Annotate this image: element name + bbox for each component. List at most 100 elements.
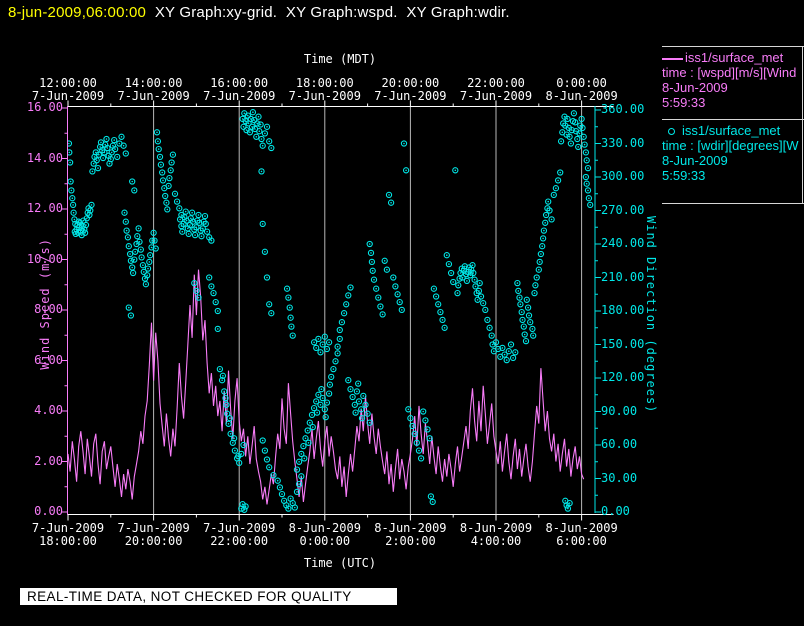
wdir-point-dot xyxy=(429,438,431,440)
bottom-axis-tick-label: 8-Jun-20090:00:00 xyxy=(289,522,361,548)
wdir-point-dot xyxy=(539,261,541,263)
wdir-point-dot xyxy=(403,143,405,145)
legend-series-name: iss1/surface_met xyxy=(682,123,780,138)
wdir-point-dot xyxy=(313,407,315,409)
wdir-point-dot xyxy=(226,413,228,415)
wdir-point-dot xyxy=(182,231,184,233)
wdir-point-dot xyxy=(326,348,328,350)
wdir-point-dot xyxy=(442,319,444,321)
legend-detail: time : [wdir][degrees][W xyxy=(662,138,804,153)
wdir-point-dot xyxy=(358,401,360,403)
wdir-point-dot xyxy=(171,162,173,164)
wdir-point-dot xyxy=(114,148,116,150)
wdir-point-dot xyxy=(328,393,330,395)
wdir-point-dot xyxy=(474,279,476,281)
wdir-point-dot xyxy=(393,277,395,279)
wdir-point-dot xyxy=(283,500,285,502)
wdir-point-dot xyxy=(127,237,129,239)
wdir-point-dot xyxy=(305,438,307,440)
wdir-point-dot xyxy=(234,450,236,452)
wdir-point-dot xyxy=(217,328,219,330)
wdir-point-dot xyxy=(128,307,130,309)
wdir-point-dot xyxy=(149,254,151,256)
wdir-point-dot xyxy=(259,130,261,132)
wdir-point-dot xyxy=(301,453,303,455)
wdir-point-dot xyxy=(482,302,484,304)
wdir-point-dot xyxy=(201,235,203,237)
wdir-point-dot xyxy=(134,190,136,192)
wdir-point-dot xyxy=(348,379,350,381)
wdir-point-dot xyxy=(373,279,375,281)
wdir-point-dot xyxy=(477,299,479,301)
wdir-point-dot xyxy=(521,311,523,313)
right-axis-tick-label: 210.00 xyxy=(601,271,644,284)
wdir-point-dot xyxy=(430,496,432,498)
wdir-point-dot xyxy=(540,253,542,255)
wdir-point-dot xyxy=(528,315,530,317)
wdir-point-dot xyxy=(324,336,326,338)
wdir-point-dot xyxy=(318,394,320,396)
wdir-point-dot xyxy=(174,193,176,195)
wdir-point-dot xyxy=(162,180,164,182)
wdir-point-dot xyxy=(329,384,331,386)
wdir-point-dot xyxy=(549,210,551,212)
wdir-point-dot xyxy=(388,194,390,196)
wdir-point-dot xyxy=(524,334,526,336)
wdir-point-dot xyxy=(109,163,111,165)
wdir-point-dot xyxy=(110,158,112,160)
wdir-point-dot xyxy=(328,342,330,344)
wdir-point-dot xyxy=(134,259,136,261)
wdir-point-dot xyxy=(143,271,145,273)
right-axis-tick-label: 240.00 xyxy=(601,237,644,250)
wdir-point-dot xyxy=(536,277,538,279)
wdir-point-dot xyxy=(286,288,288,290)
wdir-point-dot xyxy=(188,233,190,235)
wdir-point-dot xyxy=(408,409,410,411)
wdir-point-dot xyxy=(520,304,522,306)
wdir-point-dot xyxy=(164,187,166,189)
wdir-point-dot xyxy=(473,272,475,274)
wdir-point-dot xyxy=(504,354,506,356)
wdir-point-dot xyxy=(574,122,576,124)
wdir-point-dot xyxy=(266,277,268,279)
wdir-point-dot xyxy=(262,145,264,147)
wdir-point-dot xyxy=(264,251,266,253)
wdir-point-dot xyxy=(414,433,416,435)
wdir-point-dot xyxy=(153,232,155,234)
right-axis-tick-label: 360.00 xyxy=(601,103,644,116)
wdir-point-dot xyxy=(112,145,114,147)
wdir-point-dot xyxy=(369,422,371,424)
wdir-point-dot xyxy=(289,307,291,309)
wdir-point-dot xyxy=(93,163,95,165)
right-axis-tick-label: 30.00 xyxy=(601,472,637,485)
legend-divider xyxy=(662,119,804,120)
line-swatch-icon xyxy=(662,58,683,60)
wdir-point-dot xyxy=(510,344,512,346)
wdir-point-dot xyxy=(277,480,279,482)
wdir-point-dot xyxy=(104,152,106,154)
left-axis-tick-label: 0.00 xyxy=(34,505,63,518)
wdir-point-dot xyxy=(71,190,73,192)
top-axis-tick-label: 14:00:007-Jun-2009 xyxy=(117,77,189,103)
wdir-point-dot xyxy=(390,202,392,204)
wdir-point-dot xyxy=(416,442,418,444)
wdir-point-dot xyxy=(79,222,81,224)
wdir-point-dot xyxy=(466,280,468,282)
wdir-point-dot xyxy=(192,221,194,223)
wdir-point-dot xyxy=(350,287,352,289)
wdir-point-dot xyxy=(98,154,100,156)
wdir-point-dot xyxy=(308,442,310,444)
wdir-point-dot xyxy=(246,129,248,131)
wdir-point-dot xyxy=(455,170,457,172)
wdir-point-dot xyxy=(271,312,273,314)
wdir-point-dot xyxy=(228,423,230,425)
right-axis-tick-label: 60.00 xyxy=(601,438,637,451)
wdir-point-dot xyxy=(253,119,255,121)
wdir-point-dot xyxy=(523,326,525,328)
wdir-point-dot xyxy=(318,338,320,340)
wdir-point-dot xyxy=(472,264,474,266)
wdir-point-dot xyxy=(555,187,557,189)
wdir-point-dot xyxy=(96,160,98,162)
wdir-point-dot xyxy=(189,224,191,226)
wdir-point-dot xyxy=(500,356,502,358)
